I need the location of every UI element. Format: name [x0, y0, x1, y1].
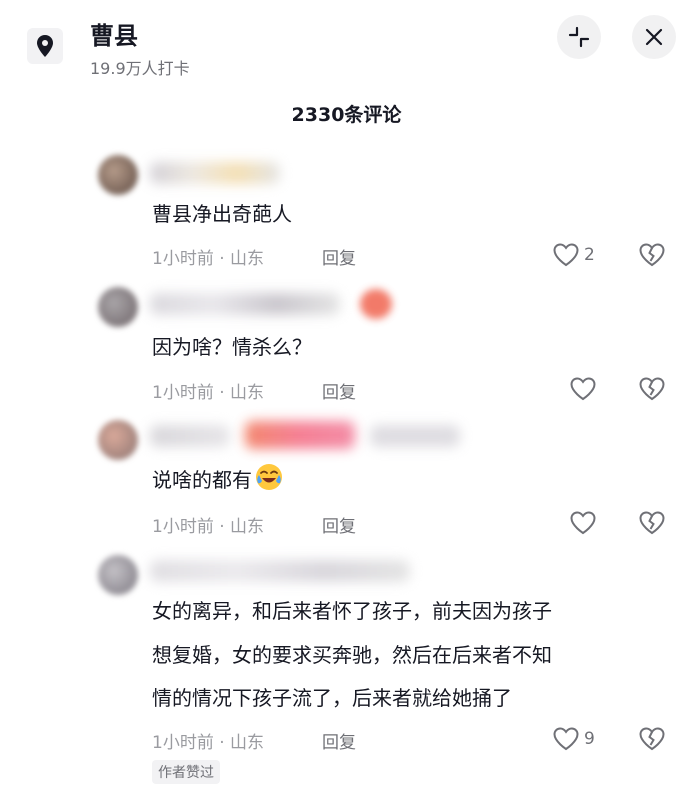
collapse-icon: [568, 26, 590, 48]
comment-count: 2330条评论: [291, 104, 402, 126]
comment-item: 因为啥？情杀么？ 1小时前 · 山东 回复: [0, 285, 693, 410]
location-title: 曹县: [90, 22, 138, 50]
collapse-button[interactable]: [557, 15, 601, 59]
like-count: 2: [584, 245, 595, 265]
broken-heart-icon: [639, 727, 665, 751]
comment-item: 曹县净出奇葩人 1小时前 · 山东 回复 2: [0, 150, 693, 275]
comment-meta: 1小时前 · 山东: [152, 733, 265, 753]
checkin-count: 19.9万人打卡: [90, 59, 190, 78]
reply-button: 回复: [322, 249, 356, 269]
like-button[interactable]: 9: [552, 726, 595, 752]
heart-icon: [553, 727, 579, 751]
comment-text-line-1: 女的离异，和后来者怀了孩子，前夫因为孩子: [152, 599, 552, 623]
username-blurred[interactable]: [150, 425, 230, 447]
dislike-button[interactable]: [638, 242, 666, 272]
username-blurred[interactable]: [150, 293, 340, 315]
comment-item: 说啥的都有 1小时前 · 山东 回复: [0, 415, 693, 540]
comment-text-line-2: 想复婚，女的要求买奔驰，然后在后来者不知: [152, 643, 552, 667]
comment-meta: 1小时前 · 山东: [152, 249, 265, 269]
like-button[interactable]: [569, 510, 601, 536]
comment-text-content: 说啥的都有: [152, 468, 252, 492]
broken-heart-icon: [639, 377, 665, 401]
username-emoji-blurred: [360, 289, 392, 319]
dislike-button[interactable]: [638, 376, 666, 406]
comment-text: 曹县净出奇葩人: [152, 202, 292, 226]
heart-icon: [570, 511, 596, 535]
avatar[interactable]: [98, 287, 138, 327]
crying-laughing-emoji-icon: [256, 464, 282, 490]
avatar[interactable]: [98, 555, 138, 595]
username-blurred[interactable]: [150, 560, 410, 582]
comment-text: 说啥的都有: [152, 462, 284, 499]
author-liked-badge: 作者赞过: [152, 760, 220, 784]
username-emoji-blurred: [245, 421, 355, 449]
like-button[interactable]: [569, 376, 601, 402]
username-blurred[interactable]: [150, 162, 280, 184]
location-header: 曹县 19.9万人打卡: [0, 0, 693, 90]
comment-meta: 1小时前 · 山东: [152, 383, 265, 403]
broken-heart-icon: [639, 243, 665, 267]
dislike-button[interactable]: [638, 510, 666, 540]
location-pin-icon: [27, 28, 63, 64]
comment-text-line-3: 情的情况下孩子流了，后来者就给她捅了: [152, 686, 512, 710]
dislike-button[interactable]: [638, 726, 666, 756]
broken-heart-icon: [639, 511, 665, 535]
reply-button: 回复: [322, 733, 356, 753]
comment-meta: 1小时前 · 山东: [152, 517, 265, 537]
avatar[interactable]: [98, 420, 138, 460]
like-button[interactable]: 2: [552, 242, 595, 268]
heart-icon: [570, 377, 596, 401]
comment-item: 女的离异，和后来者怀了孩子，前夫因为孩子 想复婚，女的要求买奔驰，然后在后来者不…: [0, 550, 693, 800]
close-icon: [645, 28, 663, 46]
close-button[interactable]: [632, 15, 676, 59]
reply-button: 回复: [322, 517, 356, 537]
avatar[interactable]: [98, 155, 138, 195]
reply-button: 回复: [322, 383, 356, 403]
comment-text: 因为啥？情杀么？: [152, 335, 312, 359]
like-count: 9: [584, 729, 595, 749]
heart-icon: [553, 243, 579, 267]
username-blurred: [370, 425, 460, 447]
